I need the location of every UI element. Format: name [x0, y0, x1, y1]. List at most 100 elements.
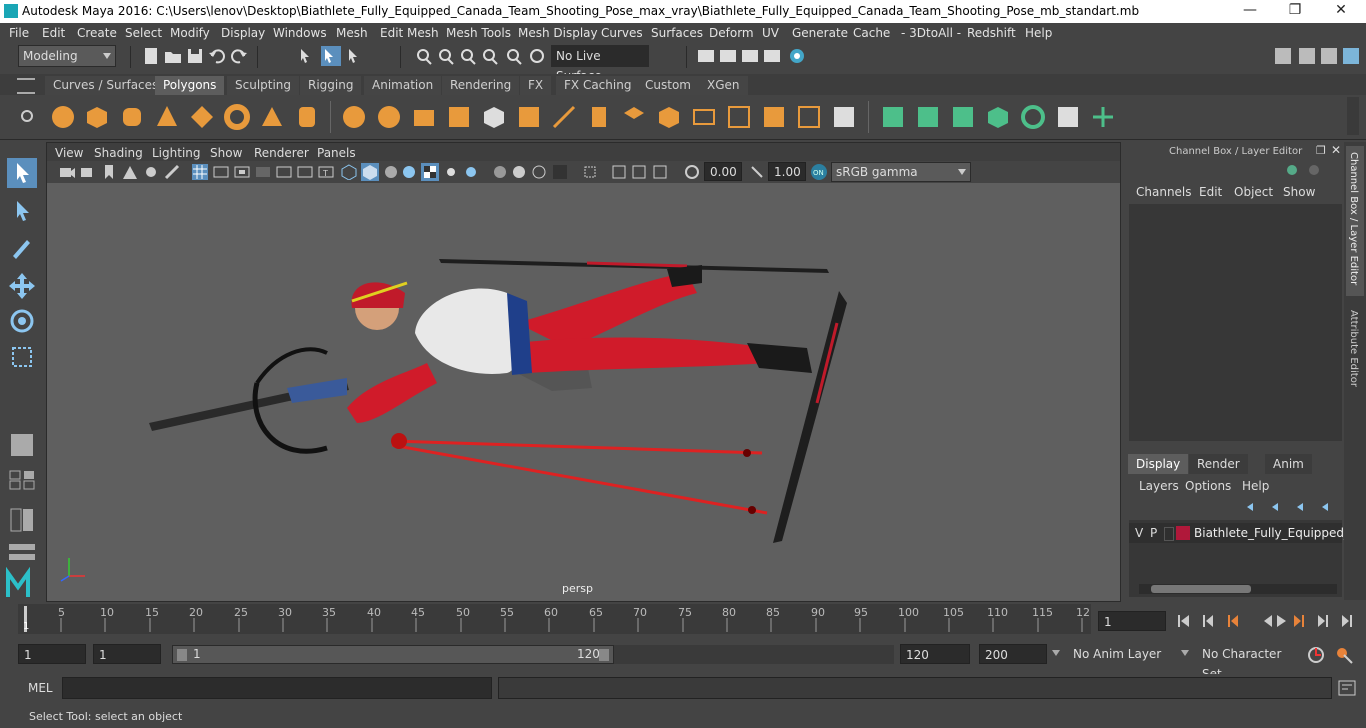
- wireframe-on-shaded-icon[interactable]: [401, 164, 417, 180]
- move-tool-icon[interactable]: [7, 270, 37, 300]
- playback-end-field[interactable]: 120: [900, 644, 970, 664]
- close-icon[interactable]: ✕: [1331, 2, 1351, 18]
- menu-display[interactable]: Display: [221, 26, 265, 40]
- poly-torus-icon[interactable]: [224, 104, 250, 130]
- extract-icon[interactable]: [411, 104, 437, 130]
- menu-uv[interactable]: UV: [762, 26, 779, 40]
- vp-menu-shading[interactable]: Shading: [94, 146, 143, 160]
- restore-icon[interactable]: ❐: [1285, 2, 1305, 18]
- resolution-gate-icon[interactable]: [234, 164, 250, 180]
- film-gate-icon[interactable]: [213, 164, 229, 180]
- depth-of-field-icon[interactable]: [551, 163, 569, 181]
- paint-select-tool-icon[interactable]: [7, 232, 37, 262]
- reduce-icon[interactable]: [481, 104, 507, 130]
- select-hierarchy-icon[interactable]: [298, 47, 316, 65]
- grease-pencil-icon[interactable]: [164, 164, 180, 180]
- menu-deform[interactable]: Deform: [709, 26, 754, 40]
- default-material-icon[interactable]: [383, 164, 399, 180]
- menu-curves[interactable]: Curves: [601, 26, 643, 40]
- character-set-arrow[interactable]: [1181, 650, 1189, 656]
- camera-select-icon[interactable]: [59, 164, 75, 180]
- animation-preferences-icon[interactable]: [1334, 645, 1356, 665]
- menu-modify[interactable]: Modify: [170, 26, 210, 40]
- gamma-field[interactable]: 1.00: [768, 162, 806, 181]
- uv-cylindrical-icon[interactable]: [915, 104, 941, 130]
- menu-3dtoall[interactable]: - 3DtoAll -: [901, 26, 961, 40]
- menu-surfaces[interactable]: Surfaces: [651, 26, 703, 40]
- bookmark-icon[interactable]: [101, 164, 117, 180]
- menu-windows[interactable]: Windows: [273, 26, 327, 40]
- uv-auto-icon[interactable]: [985, 104, 1011, 130]
- menu-file[interactable]: File: [9, 26, 29, 40]
- four-pane-icon[interactable]: [7, 468, 37, 490]
- time-slider[interactable]: 1 5 10 15 20 25 30 35 40 45 50 55 60 65 …: [0, 602, 1366, 638]
- bevel-icon[interactable]: [621, 104, 647, 130]
- snap-view-icon[interactable]: [480, 47, 498, 65]
- shelf-settings-icon[interactable]: [20, 109, 34, 123]
- single-pane-icon[interactable]: [7, 430, 37, 460]
- exposure-field[interactable]: 0.00: [704, 162, 742, 181]
- use-all-lights-icon[interactable]: [443, 164, 459, 180]
- open-scene-icon[interactable]: [164, 47, 182, 65]
- layout-stack-icon[interactable]: [7, 540, 37, 566]
- insert-edge-loop-icon[interactable]: [726, 104, 752, 130]
- animation-end-field[interactable]: 200: [979, 644, 1047, 664]
- channel-menu-object[interactable]: Object: [1234, 185, 1273, 199]
- shadows-icon[interactable]: [462, 164, 478, 180]
- uv-spherical-icon[interactable]: [950, 104, 976, 130]
- bridge-icon[interactable]: [656, 104, 682, 130]
- mode-dropdown[interactable]: Modeling: [18, 45, 116, 67]
- script-editor-icon[interactable]: [1338, 680, 1356, 696]
- select-component-icon[interactable]: [346, 47, 364, 65]
- menu-redshift[interactable]: Redshift: [967, 26, 1016, 40]
- mirror-icon[interactable]: [516, 104, 542, 130]
- uv-cut-sew-icon[interactable]: [1090, 104, 1116, 130]
- xray-joints-icon[interactable]: [631, 164, 647, 180]
- menu-edit-mesh[interactable]: Edit Mesh: [380, 26, 439, 40]
- poly-cone-icon[interactable]: [154, 104, 180, 130]
- vp-menu-show[interactable]: Show: [210, 146, 242, 160]
- camera-attributes-icon[interactable]: [80, 164, 96, 180]
- live-surface-field[interactable]: No Live Surface: [551, 45, 649, 83]
- go-to-start-icon[interactable]: [1174, 611, 1194, 631]
- step-forward-frame-icon[interactable]: [1316, 611, 1336, 631]
- select-object-icon[interactable]: [321, 46, 341, 66]
- vp-menu-view[interactable]: View: [55, 146, 83, 160]
- separate-icon[interactable]: [376, 104, 402, 130]
- side-tab-attribute-editor[interactable]: Attribute Editor: [1346, 306, 1364, 396]
- poly-prism-icon[interactable]: [259, 104, 285, 130]
- layer-playback[interactable]: P: [1150, 526, 1157, 540]
- layer-menu-options[interactable]: Options: [1185, 479, 1231, 493]
- tab-custom[interactable]: Custom: [637, 76, 699, 95]
- range-end-handle[interactable]: [599, 649, 609, 661]
- playback-start-field[interactable]: 1: [93, 644, 161, 664]
- channel-list[interactable]: [1129, 204, 1342, 441]
- uv-unfold-icon[interactable]: [1020, 104, 1046, 130]
- layer-tab-anim[interactable]: Anim: [1265, 454, 1312, 474]
- append-icon[interactable]: [691, 104, 717, 130]
- extrude-icon[interactable]: [586, 104, 612, 130]
- snap-surface-icon[interactable]: [504, 47, 522, 65]
- float-panel-icon[interactable]: ❐: [1316, 144, 1326, 157]
- screen-space-ao-icon[interactable]: [492, 164, 508, 180]
- field-chart-icon[interactable]: [276, 164, 292, 180]
- tab-curves-surfaces[interactable]: Curves / Surfaces: [45, 76, 167, 95]
- uv-planar-icon[interactable]: [880, 104, 906, 130]
- command-language-label[interactable]: MEL: [28, 681, 53, 695]
- hypershade-icon[interactable]: [788, 47, 806, 65]
- tab-polygons[interactable]: Polygons: [155, 76, 225, 95]
- layer-visibility[interactable]: V: [1135, 526, 1143, 540]
- undo-icon[interactable]: [208, 47, 226, 65]
- wireframe-icon[interactable]: [341, 164, 357, 180]
- time-ruler[interactable]: 1 5 10 15 20 25 30 35 40 45 50 55 60 65 …: [18, 604, 1091, 634]
- anim-layer-dropdown[interactable]: No Anim Layer: [1068, 644, 1172, 664]
- multi-cut-icon[interactable]: [551, 104, 577, 130]
- channel-menu-edit[interactable]: Edit: [1199, 185, 1222, 199]
- poly-plane-icon[interactable]: [189, 104, 215, 130]
- layer-color-swatch[interactable]: [1176, 526, 1190, 540]
- layer-tab-render[interactable]: Render: [1189, 454, 1248, 474]
- outliner-pane-icon[interactable]: [7, 505, 37, 535]
- gamma-icon[interactable]: [749, 164, 765, 180]
- shelf-scroll[interactable]: [1347, 97, 1359, 135]
- play-forward-icon[interactable]: [1275, 611, 1291, 631]
